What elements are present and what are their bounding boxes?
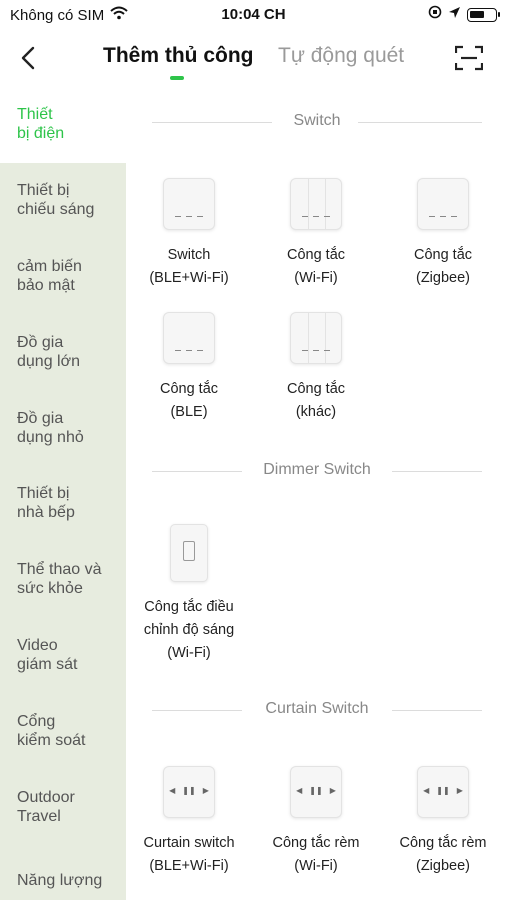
sidebar-item-large-appliances[interactable]: Đồ gia dụng lớn (0, 315, 126, 391)
sidebar-item-lighting[interactable]: Thiết bị chiếu sáng (0, 163, 126, 239)
device-label: Công tắc rèm (Zigbee) (399, 835, 487, 874)
device-item[interactable]: ◀ ❚❚ ▶ Công tắc rèm (Zigbee) (380, 766, 506, 878)
sidebar-item-label: Năng lượng (17, 872, 103, 889)
section-title: Curtain Switch (265, 700, 369, 717)
tab-indicator (170, 76, 184, 80)
sidebar-item-small-appliances[interactable]: Đồ gia dụng nhỏ (0, 391, 126, 467)
sidebar-item-label: Cổng kiểm soát (17, 713, 86, 749)
section-header-dimmer: Dimmer Switch (152, 461, 482, 481)
device-item[interactable]: Công tắc (Wi-Fi) (253, 178, 379, 290)
device-label: Công tắc (Wi-Fi) (286, 247, 346, 286)
sidebar-item-video-surveillance[interactable]: Video giám sát (0, 619, 126, 695)
header: Thêm thủ công Tự động quét (0, 32, 507, 86)
sidebar-item-label: Đồ gia dụng nhỏ (17, 410, 84, 446)
device-item[interactable]: Công tắc điều chỉnh độ sáng (Wi-Fi) (126, 524, 252, 665)
sidebar-item-label: Thiết bị nhà bếp (17, 485, 75, 521)
curtain-switch-icon: ◀ ❚❚ ▶ (163, 766, 215, 818)
switch-3gang-icon (163, 312, 215, 364)
sidebar-item-gateway[interactable]: Cổng kiểm soát (0, 695, 126, 771)
section-title: Dimmer Switch (263, 461, 371, 478)
device-item[interactable]: Công tắc (khác) (253, 312, 379, 424)
switch-3gang-icon (163, 178, 215, 230)
device-label: Curtain switch (BLE+Wi-Fi) (143, 835, 235, 874)
sidebar-item-label: Đồ gia dụng lớn (17, 334, 80, 370)
sidebar-item-outdoor-travel[interactable]: Outdoor Travel (0, 771, 126, 847)
location-icon (448, 6, 461, 24)
status-right (428, 5, 500, 24)
sidebar-item-security-sensors[interactable]: cảm biến bảo mật (0, 239, 126, 315)
section-title: Switch (293, 112, 341, 129)
device-item[interactable]: Công tắc (Zigbee) (380, 178, 506, 290)
section-header-curtain: Curtain Switch (152, 700, 482, 720)
sidebar-item-label: Thiết bị điện (17, 106, 65, 142)
tab-manual-add[interactable]: Thêm thủ công (103, 44, 254, 68)
device-item[interactable]: ◀ ❚❚ ▶ Curtain switch (BLE+Wi-Fi) (126, 766, 252, 878)
device-item[interactable]: ◀ ❚❚ ▶ Công tắc rèm (Wi-Fi) (253, 766, 379, 878)
status-bar: Không có SIM 10:04 CH (0, 0, 507, 32)
curtain-switch-icon: ◀ ❚❚ ▶ (417, 766, 469, 818)
device-content: Switch Switch (BLE+Wi-Fi) Công tắc (Wi-F… (126, 86, 507, 900)
switch-3gang-icon (290, 312, 342, 364)
sidebar-item-label: Thể thao và sức khỏe (17, 561, 102, 597)
device-label: Switch (BLE+Wi-Fi) (149, 247, 229, 286)
device-item[interactable]: Công tắc (BLE) (126, 312, 252, 424)
sidebar-item-label: Thiết bị chiếu sáng (17, 182, 95, 218)
orientation-lock-icon (428, 5, 442, 24)
sidebar-item-label: cảm biến bảo mật (17, 258, 82, 294)
category-sidebar: Thiết bị điện Thiết bị chiếu sáng cảm bi… (0, 86, 126, 900)
chevron-left-icon (21, 46, 35, 70)
sidebar-item-kitchen[interactable]: Thiết bị nhà bếp (0, 467, 126, 543)
sidebar-item-label: Video giám sát (17, 637, 78, 673)
battery-icon (467, 7, 500, 22)
switch-3gang-icon (290, 178, 342, 230)
device-label: Công tắc (Zigbee) (413, 247, 473, 286)
curtain-switch-icon: ◀ ❚❚ ▶ (290, 766, 342, 818)
qr-scan-icon (455, 45, 483, 71)
device-item[interactable]: Switch (BLE+Wi-Fi) (126, 178, 252, 290)
dimmer-switch-icon (170, 524, 208, 582)
sidebar-item-label: Outdoor Travel (17, 789, 75, 825)
device-label: Công tắc (BLE) (159, 381, 219, 420)
device-label: Công tắc (khác) (286, 381, 346, 420)
section-header-switch: Switch (152, 112, 482, 132)
sidebar-item-sports-health[interactable]: Thể thao và sức khỏe (0, 543, 126, 619)
device-label: Công tắc rèm (Wi-Fi) (272, 835, 360, 874)
sidebar-item-energy[interactable]: Năng lượng (0, 847, 126, 900)
device-label: Công tắc điều chỉnh độ sáng (Wi-Fi) (143, 599, 235, 661)
scan-button[interactable] (453, 42, 485, 74)
sidebar-item-electrical[interactable]: Thiết bị điện (0, 86, 126, 163)
back-button[interactable] (12, 42, 44, 74)
switch-3gang-icon (417, 178, 469, 230)
tab-auto-scan[interactable]: Tự động quét (278, 44, 404, 68)
